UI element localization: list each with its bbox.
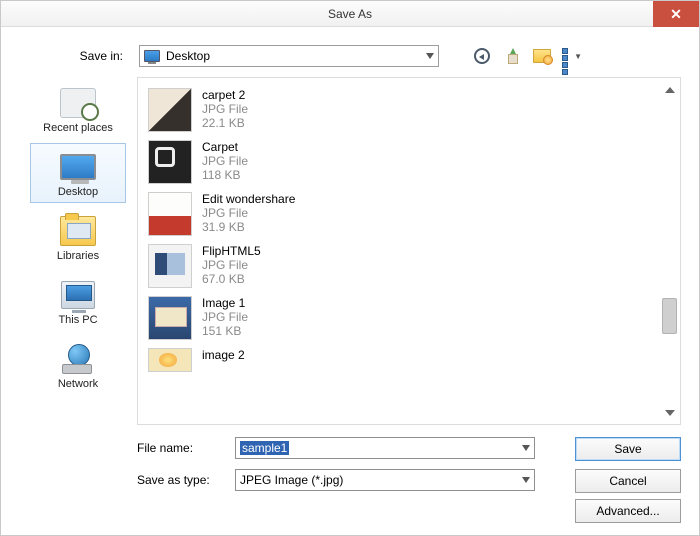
advanced-button[interactable]: Advanced...	[575, 499, 681, 523]
save-in-select[interactable]: Desktop	[139, 45, 439, 67]
chevron-down-icon	[426, 53, 434, 59]
savetype-value: JPEG Image (*.jpg)	[240, 473, 343, 487]
file-size: 22.1 KB	[202, 116, 248, 130]
save-in-bar: Save in: Desktop ▼	[19, 45, 681, 67]
save-as-dialog: Save As ✕ Save in: Desktop ▼	[0, 0, 700, 536]
place-libraries[interactable]: Libraries	[30, 207, 126, 267]
savetype-row: Save as type: JPEG Image (*.jpg)	[137, 469, 561, 491]
file-item[interactable]: Carpet JPG File 118 KB	[146, 136, 658, 188]
chevron-down-icon[interactable]	[522, 477, 530, 483]
file-name: Carpet	[202, 140, 248, 154]
titlebar: Save As ✕	[1, 1, 699, 27]
back-button[interactable]	[471, 45, 493, 67]
place-label: Recent places	[43, 122, 113, 134]
filename-value: sample1	[240, 441, 289, 455]
filename-input[interactable]: sample1	[235, 437, 535, 459]
this-pc-icon	[61, 281, 95, 309]
desktop-icon	[144, 50, 160, 62]
content-area: Recent places Desktop Libraries This PC …	[19, 77, 681, 425]
file-item[interactable]: carpet 2 JPG File 22.1 KB	[146, 84, 658, 136]
places-bar: Recent places Desktop Libraries This PC …	[19, 77, 137, 425]
thumbnail-icon	[148, 88, 192, 132]
close-button[interactable]: ✕	[653, 1, 699, 27]
back-icon	[474, 48, 490, 64]
thumbnail-icon	[148, 192, 192, 236]
save-button[interactable]: Save	[575, 437, 681, 461]
dialog-body: Save in: Desktop ▼ Recent places	[1, 27, 699, 535]
file-item[interactable]: FlipHTML5 JPG File 67.0 KB	[146, 240, 658, 292]
file-name: carpet 2	[202, 88, 248, 102]
file-type: JPG File	[202, 154, 248, 168]
filename-label: File name:	[137, 441, 229, 455]
desktop-icon	[60, 154, 96, 180]
file-item[interactable]: Image 1 JPG File 151 KB	[146, 292, 658, 344]
scrollbar-thumb[interactable]	[662, 298, 677, 334]
up-folder-icon	[505, 48, 519, 64]
file-name: Image 1	[202, 296, 248, 310]
bottom-area: File name: sample1 Save as type: JPEG Im…	[19, 437, 681, 493]
advanced-row: Advanced...	[19, 499, 681, 523]
new-folder-icon	[533, 49, 551, 63]
savetype-label: Save as type:	[137, 473, 229, 487]
chevron-down-icon: ▼	[574, 52, 582, 61]
place-network[interactable]: Network	[30, 335, 126, 395]
file-list[interactable]: carpet 2 JPG File 22.1 KB Carpet JPG Fil…	[138, 78, 680, 424]
file-name: image 2	[202, 348, 245, 362]
fields-column: File name: sample1 Save as type: JPEG Im…	[137, 437, 561, 493]
save-in-label: Save in:	[19, 49, 131, 63]
savetype-select[interactable]: JPEG Image (*.jpg)	[235, 469, 535, 491]
thumbnail-icon	[148, 348, 192, 372]
libraries-icon	[60, 216, 96, 246]
file-list-pane: carpet 2 JPG File 22.1 KB Carpet JPG Fil…	[137, 77, 681, 425]
file-size: 151 KB	[202, 324, 248, 338]
place-label: Libraries	[57, 250, 99, 262]
recent-places-icon	[60, 88, 96, 118]
file-item[interactable]: Edit wondershare JPG File 31.9 KB	[146, 188, 658, 240]
file-name: Edit wondershare	[202, 192, 295, 206]
view-menu-button[interactable]: ▼	[561, 45, 583, 67]
file-size: 31.9 KB	[202, 220, 295, 234]
cancel-button[interactable]: Cancel	[575, 469, 681, 493]
place-desktop[interactable]: Desktop	[30, 143, 126, 203]
place-label: Desktop	[58, 186, 98, 198]
file-type: JPG File	[202, 102, 248, 116]
thumbnail-icon	[148, 296, 192, 340]
scroll-down-button[interactable]	[662, 405, 677, 420]
filename-row: File name: sample1	[137, 437, 561, 459]
thumbnail-icon	[148, 140, 192, 184]
window-title: Save As	[328, 7, 372, 21]
close-icon: ✕	[670, 6, 682, 23]
place-recent[interactable]: Recent places	[30, 79, 126, 139]
place-label: This PC	[58, 314, 97, 326]
buttons-column: Save Cancel	[575, 437, 681, 493]
thumbnail-icon	[148, 244, 192, 288]
scroll-up-button[interactable]	[662, 82, 677, 97]
view-icon	[562, 48, 572, 64]
network-icon	[62, 344, 94, 374]
new-folder-button[interactable]	[531, 45, 553, 67]
place-label: Network	[58, 378, 98, 390]
file-type: JPG File	[202, 258, 261, 272]
file-size: 118 KB	[202, 168, 248, 182]
place-this-pc[interactable]: This PC	[30, 271, 126, 331]
file-type: JPG File	[202, 206, 295, 220]
file-item[interactable]: image 2	[146, 344, 658, 376]
up-one-level-button[interactable]	[501, 45, 523, 67]
file-name: FlipHTML5	[202, 244, 261, 258]
file-type: JPG File	[202, 310, 248, 324]
save-in-value: Desktop	[166, 49, 210, 63]
file-size: 67.0 KB	[202, 272, 261, 286]
chevron-down-icon[interactable]	[522, 445, 530, 451]
